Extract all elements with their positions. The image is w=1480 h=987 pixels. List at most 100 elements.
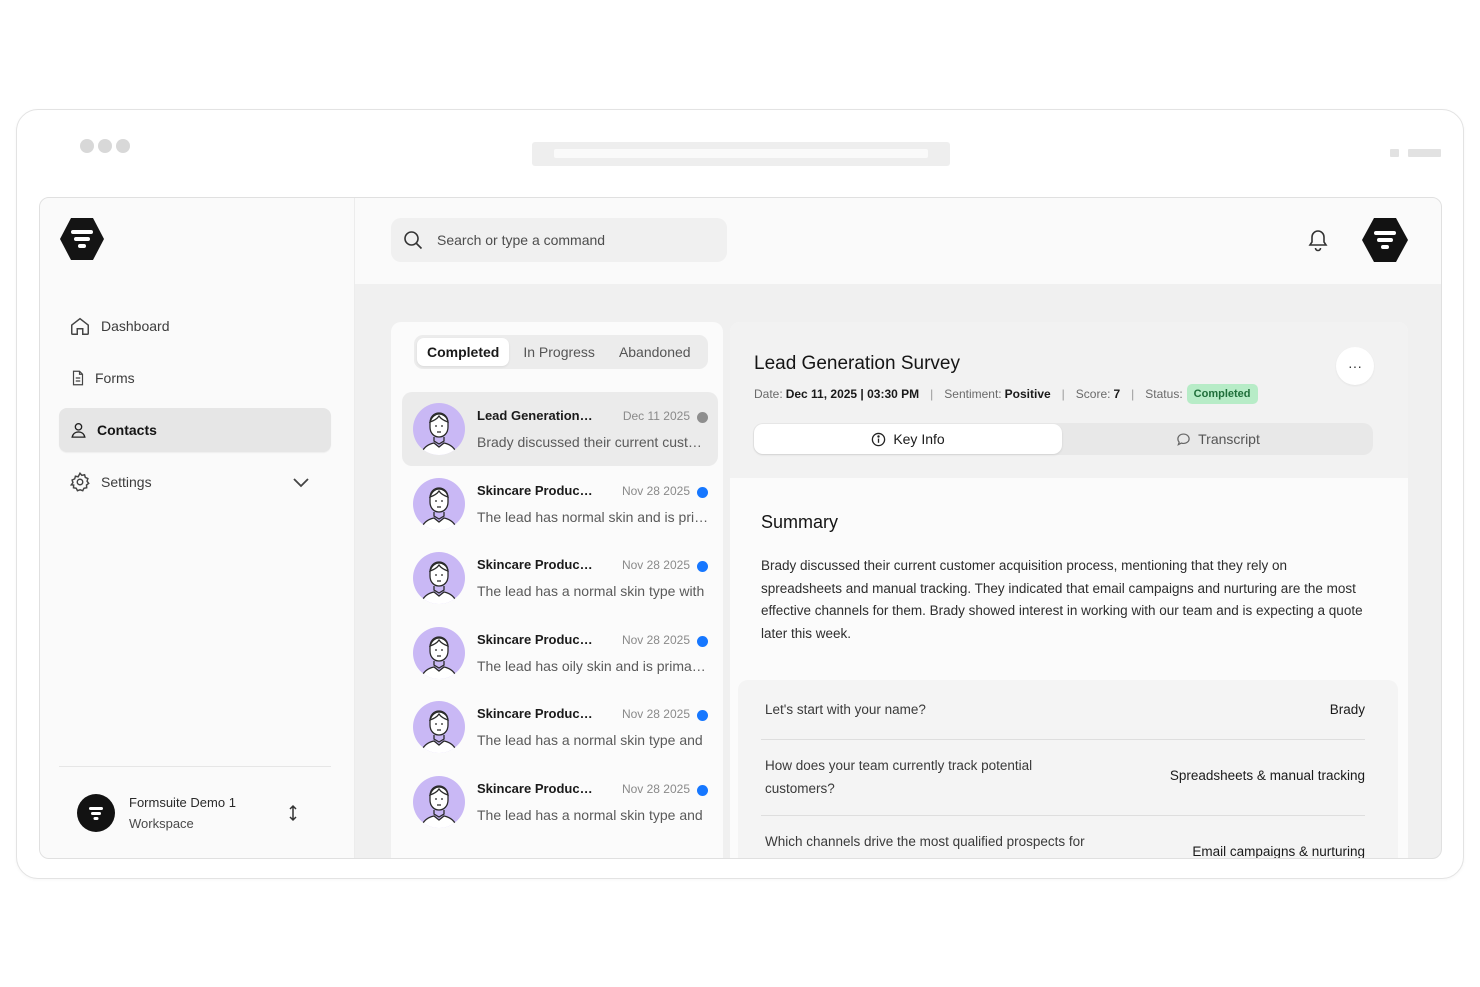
sidebar-item-dashboard[interactable]: Dashboard bbox=[59, 304, 331, 348]
submission-detail: Lead Generation Survey ··· Date: Dec 11,… bbox=[730, 322, 1408, 859]
contact-avatar bbox=[413, 477, 465, 530]
tab-key-info[interactable]: Key Info bbox=[754, 424, 1062, 454]
sidebar-item-contacts[interactable]: Contacts bbox=[59, 408, 331, 452]
workspace-label: Workspace bbox=[129, 816, 194, 831]
home-icon bbox=[71, 317, 89, 335]
tab-in-progress[interactable]: In Progress bbox=[513, 338, 605, 366]
status-label: Status: bbox=[1145, 387, 1183, 401]
sentiment-value: Positive bbox=[1004, 387, 1051, 401]
browser-window: Dashboard Forms Contacts Settings Formsu… bbox=[16, 109, 1464, 879]
detail-view-toggle: Key Info Transcript bbox=[753, 423, 1373, 455]
chevron-down-icon[interactable] bbox=[291, 472, 311, 492]
qa-row: Which channels drive the most qualified … bbox=[761, 816, 1365, 859]
unread-indicator bbox=[697, 561, 708, 572]
submissions-list: Completed In Progress Abandoned Lead Gen… bbox=[391, 322, 723, 858]
score-value: 7 bbox=[1113, 387, 1121, 401]
list-item[interactable]: Skincare Product Survey Nov 28 2025 The le… bbox=[402, 765, 718, 839]
document-icon bbox=[72, 370, 84, 386]
chat-bubble-icon bbox=[1177, 432, 1190, 446]
list-item-title: Skincare Product Survey bbox=[477, 482, 595, 498]
list-item-date: Nov 28 2025 bbox=[621, 781, 690, 796]
sidebar-item-label: Contacts bbox=[97, 422, 157, 438]
list-item-title: Lead Generation Survey bbox=[477, 408, 595, 423]
status-tabs: Completed In Progress Abandoned bbox=[414, 335, 708, 369]
window-controls bbox=[1390, 149, 1441, 157]
qa-question: Let's start with your name? bbox=[765, 702, 926, 717]
sidebar-item-label: Settings bbox=[101, 474, 152, 490]
list-item-preview: The lead has a normal skin type and bbox=[477, 732, 703, 748]
qa-question: How does your team currently track poten… bbox=[765, 758, 1033, 796]
list-item-preview: The lead has normal skin and is primaril… bbox=[477, 508, 709, 525]
unread-indicator bbox=[697, 784, 708, 796]
sentiment-label: Sentiment: bbox=[944, 387, 1002, 401]
qa-row: Let's start with your name? Brady bbox=[761, 680, 1365, 740]
sidebar-item-label: Dashboard bbox=[101, 318, 170, 334]
search-placeholder: Search or type a command bbox=[437, 232, 606, 248]
list-item[interactable]: Skincare Product Survey Nov 28 2025 The le… bbox=[402, 616, 718, 690]
list-item[interactable]: Skincare Product Survey Nov 28 2025 The le… bbox=[402, 541, 718, 615]
status-badge: Completed bbox=[1186, 384, 1258, 404]
list-item-date: Nov 28 2025 bbox=[621, 632, 690, 647]
list-item-title: Skincare Product Survey bbox=[477, 557, 595, 572]
brand-logo-icon[interactable] bbox=[59, 217, 105, 261]
list-item-date: Dec 11 2025 bbox=[622, 409, 690, 423]
score-label: Score: bbox=[1075, 387, 1111, 401]
tab-transcript[interactable]: Transcript bbox=[1064, 424, 1372, 454]
sidebar-item-forms[interactable]: Forms bbox=[59, 356, 331, 400]
qa-list: Let's start with your name? Brady How do… bbox=[738, 680, 1398, 859]
contact-avatar bbox=[413, 403, 465, 455]
window-dots bbox=[80, 139, 130, 153]
contact-avatar bbox=[413, 626, 465, 679]
tab-completed[interactable]: Completed bbox=[417, 338, 510, 366]
list-item-title: Skincare Product Survey bbox=[477, 631, 595, 647]
sidebar-item-settings[interactable]: Settings bbox=[59, 460, 331, 504]
more-options-button[interactable]: ··· bbox=[1336, 347, 1374, 385]
bell-icon[interactable] bbox=[1307, 228, 1329, 252]
detail-header: Lead Generation Survey ··· Date: Dec 11,… bbox=[730, 322, 1408, 478]
address-bar[interactable] bbox=[532, 142, 950, 166]
list-item[interactable]: Lead Generation Survey Dec 11 2025 Brady d… bbox=[402, 392, 718, 466]
list-item-preview: The lead has oily skin and is primarily bbox=[477, 657, 709, 674]
unread-indicator bbox=[697, 486, 708, 498]
list-item-date: Nov 28 2025 bbox=[621, 483, 690, 498]
contact-avatar bbox=[413, 701, 465, 753]
list-item-title: Skincare Product Survey bbox=[477, 780, 595, 796]
gear-icon bbox=[69, 472, 90, 492]
unread-indicator bbox=[697, 635, 708, 647]
detail-title: Lead Generation Survey bbox=[754, 353, 960, 374]
detail-meta: Date: Dec 11, 2025 | 03:30 PM | Sentimen… bbox=[754, 384, 1258, 404]
tab-key-info-label: Key Info bbox=[893, 431, 945, 447]
info-icon bbox=[872, 432, 886, 446]
date-label: Date: bbox=[754, 387, 783, 401]
list-item-preview: The lead has a normal skin type and bbox=[477, 806, 703, 823]
list-item-date: Nov 28 2025 bbox=[621, 558, 690, 572]
search-input[interactable]: Search or type a command bbox=[391, 218, 727, 262]
workspace-logo-icon bbox=[77, 794, 115, 832]
date-value: Dec 11, 2025 | 03:30 PM bbox=[785, 387, 920, 401]
sidebar-divider bbox=[59, 766, 331, 767]
summary-text: Brady discussed their current customer a… bbox=[761, 558, 1363, 641]
summary-heading: Summary bbox=[761, 512, 839, 532]
user-icon bbox=[71, 422, 86, 438]
workspace-switcher[interactable]: Formsuite Demo 1 Workspace bbox=[77, 791, 317, 837]
search-icon bbox=[404, 231, 423, 250]
unread-indicator bbox=[697, 412, 708, 423]
workspace-name: Formsuite Demo 1 bbox=[129, 795, 236, 810]
tab-abandoned[interactable]: Abandoned bbox=[609, 338, 701, 366]
list-item-title: Skincare Product Survey bbox=[477, 706, 595, 721]
list-item[interactable]: Skincare Product Survey Nov 28 2025 The le… bbox=[402, 467, 718, 541]
list-item-preview: The lead has a normal skin type with bbox=[477, 583, 705, 599]
contact-avatar bbox=[413, 552, 465, 604]
sidebar: Dashboard Forms Contacts Settings Formsu… bbox=[40, 198, 355, 858]
qa-answer: Brady bbox=[1329, 702, 1365, 717]
qa-answer: Email campaigns & nurturing bbox=[1192, 844, 1365, 859]
sidebar-item-label: Forms bbox=[95, 370, 135, 386]
qa-row: How does your team currently track poten… bbox=[761, 740, 1365, 816]
app-frame: Dashboard Forms Contacts Settings Formsu… bbox=[39, 197, 1442, 859]
list-item[interactable]: Skincare Product Survey Nov 28 2025 The le… bbox=[402, 690, 718, 764]
list-item-date: Nov 28 2025 bbox=[621, 707, 690, 721]
unread-indicator bbox=[697, 710, 708, 721]
switch-arrows-icon[interactable] bbox=[286, 804, 300, 822]
profile-avatar-icon[interactable] bbox=[1361, 217, 1409, 263]
top-bar: Search or type a command bbox=[355, 198, 1441, 284]
